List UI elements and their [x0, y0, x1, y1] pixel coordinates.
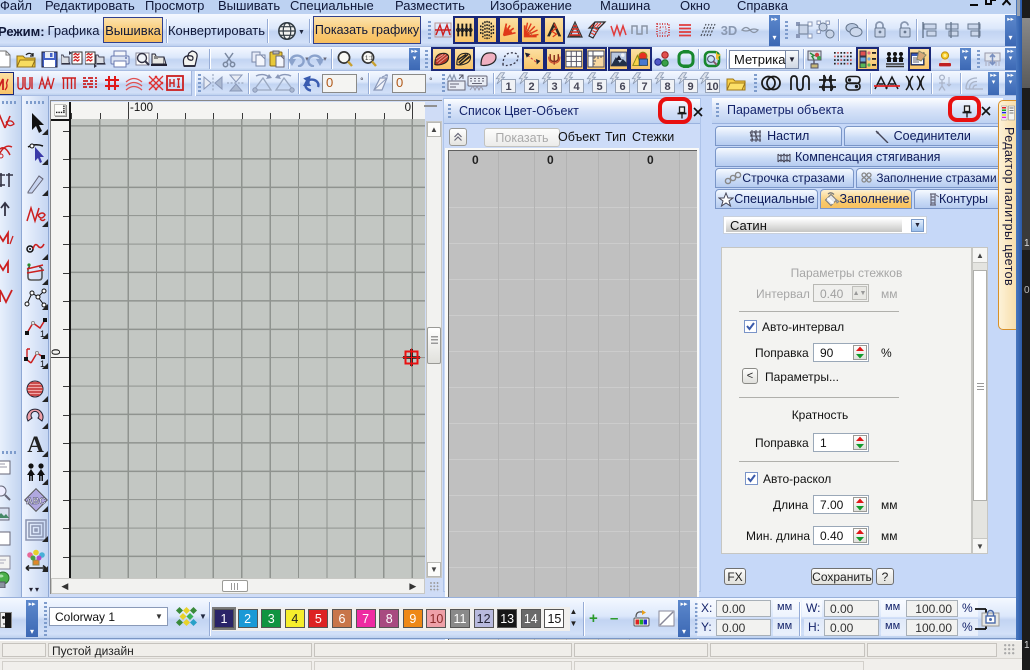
svg-text:4: 4: [574, 81, 581, 93]
svg-text:3: 3: [551, 81, 557, 93]
svg-text:1: 1: [506, 81, 512, 93]
svg-text:ABC: ABC: [26, 496, 46, 506]
svg-text:6: 6: [619, 81, 625, 93]
svg-text:8: 8: [664, 81, 670, 93]
svg-text:5: 5: [596, 81, 602, 93]
svg-text:1:1: 1:1: [365, 56, 374, 62]
svg-text:10: 10: [707, 81, 719, 93]
svg-text:9: 9: [687, 81, 693, 93]
svg-text:7: 7: [642, 81, 648, 93]
svg-text:2: 2: [528, 81, 534, 93]
